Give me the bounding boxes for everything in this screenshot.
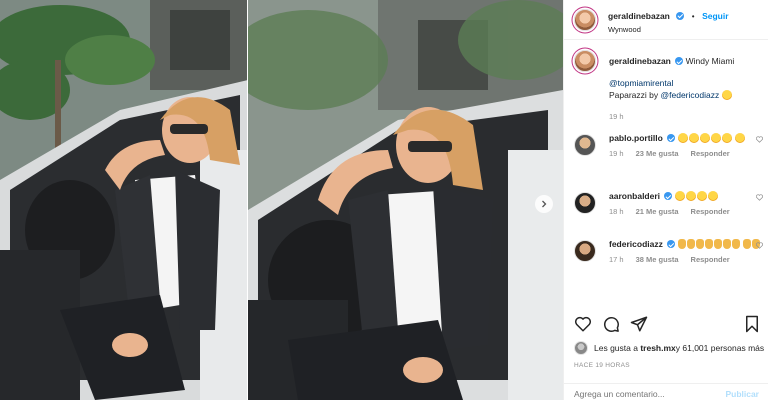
comment-time: 17 h — [609, 255, 624, 264]
likes-suffix: y 61,001 personas más — [675, 343, 765, 353]
clap-emoji — [686, 239, 695, 249]
reply-button[interactable]: Responder — [691, 148, 730, 160]
comment-time: 18 h — [609, 207, 624, 216]
post-timestamp: HACE 19 HORAS — [574, 362, 630, 369]
star-eyes-emoji — [688, 133, 699, 143]
post-header: geraldinebazan • Seguir Wynwood — [564, 0, 768, 40]
chevron-right-icon — [542, 200, 547, 208]
star-eyes-emoji — [734, 133, 745, 143]
verified-icon — [675, 57, 684, 65]
share-icon[interactable] — [630, 315, 648, 333]
caption-username[interactable]: geraldinebazan — [609, 56, 671, 66]
star-eyes-emoji — [696, 191, 707, 201]
heart-icon[interactable] — [574, 315, 592, 333]
comment-time: 19 h — [609, 149, 624, 158]
post-photo-2 — [248, 0, 563, 400]
post-side-panel: geraldinebazan • Seguir Wynwood geraldin… — [563, 0, 768, 400]
carousel-next-button[interactable] — [535, 195, 553, 213]
commenter-avatar[interactable] — [574, 192, 596, 214]
comment-input[interactable] — [574, 388, 724, 399]
comments-list: geraldinebazan Windy Miami @topmiamirent… — [564, 48, 768, 296]
caption-time: 19 h — [609, 112, 624, 121]
post-action-bar — [574, 315, 648, 333]
comment-username[interactable]: aaronbalderi — [609, 191, 660, 201]
comment-username[interactable]: federicodiazz — [609, 239, 663, 249]
clap-emoji — [704, 239, 713, 249]
comment-item: federicodiazz 17 h 38 Me gusta Responder — [564, 238, 768, 296]
instagram-post-view: geraldinebazan • Seguir Wynwood geraldin… — [0, 0, 768, 400]
comment-likes[interactable]: 21 Me gusta — [636, 206, 679, 218]
separator-dot: • — [691, 11, 695, 21]
clap-emoji — [731, 239, 740, 249]
star-eyes-emoji — [707, 191, 718, 201]
likes-user[interactable]: tresh.mx — [640, 343, 675, 353]
comment-likes[interactable]: 38 Me gusta — [636, 254, 679, 266]
comment-item: aaronbalderi 18 h 21 Me gusta Responder — [564, 190, 768, 238]
grin-emoji — [721, 90, 732, 100]
post-location[interactable]: Wynwood — [608, 25, 729, 34]
verified-icon — [667, 134, 676, 142]
heart-icon[interactable] — [756, 136, 763, 143]
star-eyes-emoji — [699, 133, 710, 143]
liker-avatar — [574, 341, 588, 355]
star-eyes-emoji — [677, 133, 688, 143]
commenter-avatar[interactable] — [574, 134, 596, 156]
comment-username[interactable]: pablo.portillo — [609, 133, 663, 143]
caption-avatar[interactable] — [574, 50, 596, 72]
author-avatar[interactable] — [574, 8, 596, 31]
clap-emoji — [713, 239, 722, 249]
star-eyes-emoji — [674, 191, 685, 201]
bookmark-icon[interactable] — [744, 315, 760, 333]
verified-icon — [664, 192, 673, 200]
heart-icon[interactable] — [756, 242, 763, 249]
publish-button[interactable]: Publicar — [725, 389, 759, 399]
post-media[interactable] — [0, 0, 563, 400]
caption-mention-rental[interactable]: @topmiamirental — [609, 77, 763, 89]
reply-button[interactable]: Responder — [691, 254, 730, 266]
verified-icon — [676, 11, 685, 20]
caption-text: Windy Miami — [685, 56, 735, 66]
post-photo-1 — [0, 0, 248, 400]
clap-emoji — [677, 239, 686, 249]
likes-summary[interactable]: Les gusta a tresh.mx y 61,001 personas m… — [574, 341, 764, 355]
caption-mention-photographer[interactable]: @federicodiazz — [661, 90, 720, 100]
star-eyes-emoji — [710, 133, 721, 143]
star-eyes-emoji — [721, 133, 732, 143]
comment-icon[interactable] — [602, 315, 620, 333]
follow-button[interactable]: Seguir — [702, 11, 728, 21]
likes-prefix: Les gusta a — [594, 343, 638, 353]
verified-icon — [667, 240, 676, 248]
caption: geraldinebazan Windy Miami @topmiamirent… — [564, 48, 768, 132]
commenter-avatar[interactable] — [574, 240, 596, 262]
heart-icon[interactable] — [756, 194, 763, 201]
author-username[interactable]: geraldinebazan — [608, 11, 670, 21]
comment-likes[interactable]: 23 Me gusta — [636, 148, 679, 160]
clap-emoji — [695, 239, 704, 249]
caption-paparazzi-text: Paparazzi by — [609, 90, 661, 100]
clap-emoji — [742, 239, 751, 249]
star-eyes-emoji — [685, 191, 696, 201]
reply-button[interactable]: Responder — [691, 206, 730, 218]
add-comment-bar: Publicar — [564, 383, 768, 400]
clap-emoji — [722, 239, 731, 249]
comment-item: pablo.portillo 19 h 23 Me gusta Responde… — [564, 132, 768, 190]
